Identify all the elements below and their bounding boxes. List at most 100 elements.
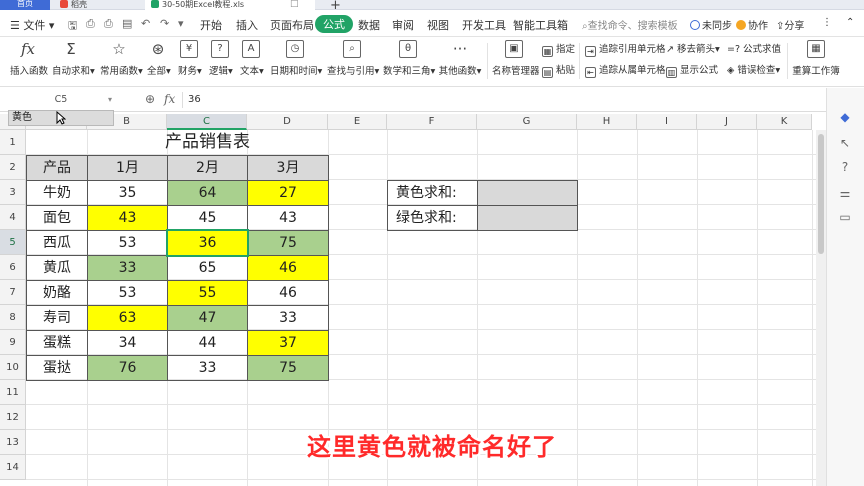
menu-formula[interactable]: 公式 — [315, 15, 353, 33]
sales-value-cell[interactable]: 47 — [167, 305, 248, 331]
sales-value-cell[interactable]: 75 — [247, 355, 329, 381]
more-quick-icon[interactable]: ▾ — [178, 17, 184, 30]
product-name-cell[interactable]: 面包 — [26, 205, 88, 231]
product-name-cell[interactable]: 蛋糕 — [26, 330, 88, 356]
tab-home[interactable]: 首页 — [0, 0, 50, 10]
product-name-cell[interactable]: 西瓜 — [26, 230, 88, 256]
menu-page-layout[interactable]: 页面布局 — [270, 17, 314, 33]
other-functions-button[interactable]: ··· 其他函数▾ — [438, 40, 482, 77]
adjust-icon[interactable]: ⚌ — [836, 184, 854, 202]
sales-value-cell[interactable]: 75 — [247, 230, 329, 256]
recalculate-button[interactable]: ▦ 重算工作簿 — [792, 40, 840, 77]
menu-data[interactable]: 数据 — [358, 17, 380, 33]
column-header-j[interactable]: J — [697, 114, 757, 130]
tab-docer[interactable]: 稻壳 — [60, 0, 132, 10]
row-header-11[interactable]: 11 — [0, 380, 26, 405]
error-check-button[interactable]: ◈ 错误检查▾ — [727, 62, 780, 76]
math-trig-button[interactable]: θ 数学和三角▾ — [383, 40, 435, 77]
sales-value-cell[interactable]: 76 — [87, 355, 168, 381]
product-name-cell[interactable]: 奶酪 — [26, 280, 88, 306]
row-header-10[interactable]: 10 — [0, 355, 26, 380]
datetime-button[interactable]: ◷ 日期和时间▾ — [270, 40, 322, 77]
text-button[interactable]: A 文本▾ — [240, 40, 264, 77]
menu-view[interactable]: 视图 — [427, 17, 449, 33]
tab-pin-icon[interactable]: □ — [290, 0, 299, 9]
product-name-cell[interactable]: 黄瓜 — [26, 255, 88, 281]
help-icon[interactable]: ? — [836, 158, 854, 176]
layout-icon[interactable]: ▭ — [836, 208, 854, 226]
collapse-ribbon-icon[interactable]: ⌃ — [846, 17, 854, 28]
insert-function-button[interactable]: fx 插入函数 — [10, 40, 48, 77]
sales-value-cell[interactable]: 55 — [167, 280, 248, 306]
summary-value-cell[interactable] — [477, 180, 578, 206]
sheet-title-cell[interactable]: 产品销售表 — [87, 130, 328, 155]
row-header-8[interactable]: 8 — [0, 305, 26, 330]
command-search[interactable]: ⌕查找命令、搜索模板 — [582, 17, 678, 32]
sales-value-cell[interactable]: 45 — [167, 205, 248, 231]
column-header-g[interactable]: G — [477, 114, 577, 130]
table-header-cell[interactable]: 2月 — [167, 155, 248, 181]
product-name-cell[interactable]: 牛奶 — [26, 180, 88, 206]
sales-value-cell[interactable]: 46 — [247, 280, 329, 306]
share-button[interactable]: ⇪分享 — [776, 17, 804, 32]
all-functions-button[interactable]: ⊛ 全部▾ — [147, 40, 171, 77]
fx-icon[interactable]: fx — [164, 92, 175, 106]
wps-ai-icon[interactable]: ◆ — [836, 108, 854, 126]
sales-value-cell[interactable]: 33 — [87, 255, 168, 281]
table-header-cell[interactable]: 3月 — [247, 155, 329, 181]
row-header-2[interactable]: 2 — [0, 155, 26, 180]
common-functions-button[interactable]: ☆ 常用函数▾ — [100, 40, 143, 77]
finance-button[interactable]: ¥ 财务▾ — [178, 40, 202, 77]
name-manager-button[interactable]: ▣ 名称管理器 — [492, 40, 540, 77]
table-header-cell[interactable]: 产品 — [26, 155, 88, 181]
remove-arrows-button[interactable]: ↗ 移去箭头▾ — [666, 41, 720, 55]
sync-status[interactable]: 未同步 — [690, 17, 732, 32]
autosum-button[interactable]: Σ 自动求和▾ — [52, 40, 95, 77]
menu-insert[interactable]: 插入 — [236, 17, 258, 33]
evaluate-formula-button[interactable]: =? 公式求值 — [727, 41, 781, 55]
menu-review[interactable]: 审阅 — [392, 17, 414, 33]
sales-value-cell[interactable]: 43 — [87, 205, 168, 231]
scroll-thumb[interactable] — [818, 134, 824, 254]
sales-value-cell[interactable]: 46 — [247, 255, 329, 281]
table-header-cell[interactable]: 1月 — [87, 155, 168, 181]
sales-value-cell[interactable]: 36 — [166, 229, 249, 257]
trace-precedents-button[interactable]: ⇥ 追踪引用单元格 — [585, 41, 666, 57]
column-header-f[interactable]: F — [387, 114, 477, 130]
sales-value-cell[interactable]: 43 — [247, 205, 329, 231]
sales-value-cell[interactable]: 33 — [247, 305, 329, 331]
print-preview-icon[interactable]: ▤ — [122, 17, 132, 30]
logic-button[interactable]: ? 逻辑▾ — [209, 40, 233, 77]
menu-start[interactable]: 开始 — [200, 17, 222, 33]
row-header-1[interactable]: 1 — [0, 130, 26, 155]
column-header-e[interactable]: E — [328, 114, 387, 130]
row-header-9[interactable]: 9 — [0, 330, 26, 355]
sales-value-cell[interactable]: 63 — [87, 305, 168, 331]
export-pdf-icon[interactable]: ⎙ — [86, 17, 95, 31]
lookup-button[interactable]: ⌕ 查找与引用▾ — [327, 40, 379, 77]
column-header-h[interactable]: H — [577, 114, 637, 130]
sales-value-cell[interactable]: 53 — [87, 230, 168, 256]
sales-value-cell[interactable]: 35 — [87, 180, 168, 206]
column-header-d[interactable]: D — [247, 114, 328, 130]
save-icon[interactable]: 🖫 — [68, 17, 77, 36]
sales-value-cell[interactable]: 53 — [87, 280, 168, 306]
column-header-i[interactable]: I — [637, 114, 697, 130]
more-options-icon[interactable]: ⋮ — [822, 17, 832, 28]
row-header-6[interactable]: 6 — [0, 255, 26, 280]
menu-smart-toolbox[interactable]: 智能工具箱 — [513, 17, 568, 33]
product-name-cell[interactable]: 蛋挞 — [26, 355, 88, 381]
name-box[interactable]: C5 ▾ — [8, 92, 114, 108]
column-header-k[interactable]: K — [757, 114, 812, 130]
assign-name-button[interactable]: ▦ 指定 — [542, 41, 575, 57]
row-header-5[interactable]: 5 — [0, 230, 26, 255]
paste-name-button[interactable]: ▤ 粘贴 — [542, 62, 575, 78]
product-name-cell[interactable]: 寿司 — [26, 305, 88, 331]
row-header-4[interactable]: 4 — [0, 205, 26, 230]
sales-value-cell[interactable]: 64 — [167, 180, 248, 206]
collab-button[interactable]: 协作 — [736, 17, 768, 32]
formula-input[interactable]: 36 — [188, 94, 201, 105]
file-menu[interactable]: ☰ 文件 ▾ — [10, 17, 54, 33]
sales-value-cell[interactable]: 44 — [167, 330, 248, 356]
trace-dependents-button[interactable]: ⇤ 追踪从属单元格 — [585, 62, 666, 78]
